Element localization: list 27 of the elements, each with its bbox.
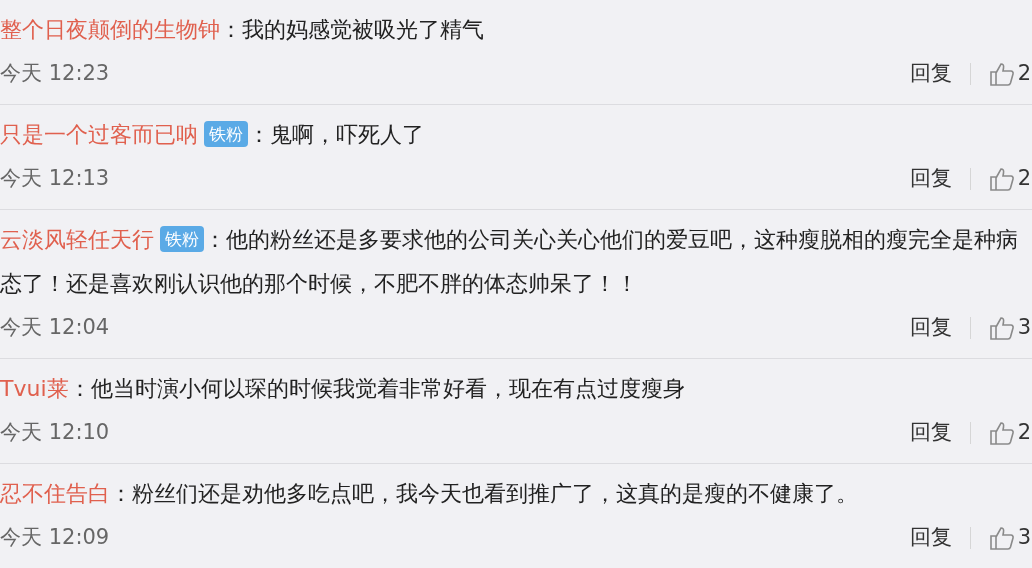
thumbs-up-icon [988,315,1015,341]
comment-text: 云淡风轻任天行 铁粉 ：他的粉丝还是多要求他的公司关心关心他们的爱豆吧，这种瘦脱相的瘦完全是种病态了！还是喜欢刚认识他的那个时候，不肥不胖的体态帅呆了！！ [0,225,1019,298]
like-count[interactable]: 2 [1017,417,1031,449]
comment-time: 今天 12:13 [0,165,111,193]
reply-button[interactable]: 回复 [909,163,952,195]
reply-button[interactable]: 回复 [909,522,952,554]
comment-time: 今天 12:04 [0,314,111,342]
fan-badge: 铁粉 [160,226,204,252]
like-count[interactable]: 2 [1017,58,1031,90]
reply-button[interactable]: 回复 [909,312,952,344]
like-count[interactable]: 3 [1017,522,1031,554]
comment-text: 只是一个过客而已呐 铁粉 ：鬼啊，吓死人了 [0,120,425,149]
reply-button[interactable]: 回复 [909,58,952,90]
comment-time: 今天 12:09 [0,524,111,552]
reply-button[interactable]: 回复 [909,417,952,449]
comment-time: 今天 12:23 [0,60,111,88]
thumbs-up-icon [988,420,1015,446]
comment-time: 今天 12:10 [0,419,111,447]
comment-text: 整个日夜颠倒的生物钟：我的妈感觉被吸光了精气 [0,16,485,44]
thumbs-up-icon [988,61,1015,87]
comment-text: 忍不住告白：粉丝们还是劝他多吃点吧，我今天也看到推广了，这真的是瘦的不健康了。 [0,480,859,508]
like-count[interactable]: 2 [1017,163,1031,195]
thumbs-up-icon [988,166,1015,192]
like-count[interactable]: 3 [1017,312,1031,344]
comment-text: Tvui莱：他当时演小何以琛的时候我觉着非常好看，现在有点过度瘦身 [0,375,686,403]
fan-badge: 铁粉 [204,121,248,147]
thumbs-up-icon [988,525,1015,551]
